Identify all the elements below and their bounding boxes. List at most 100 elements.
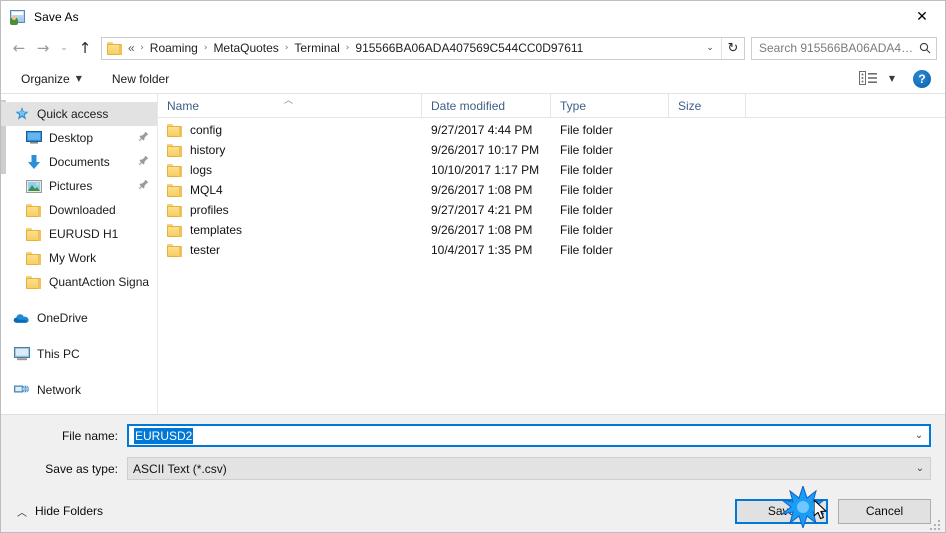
search-input[interactable]: Search 915566BA06ADA40756... <box>759 41 918 55</box>
save-form: File name: EURUSD2 ⌄ Save as type: ASCII… <box>1 415 945 490</box>
sidebar-item-label: Desktop <box>49 131 94 145</box>
file-name-label: history <box>190 143 226 157</box>
save-as-dialog: Save As ✕ ← → ⌄ ↑ « › Roaming › MetaQuot… <box>0 0 946 533</box>
file-type-cell: File folder <box>560 203 613 217</box>
sidebar-item-label: OneDrive <box>37 311 88 325</box>
sidebar-item-quantaction-signal[interactable]: QuantAction Signal <box>1 270 157 294</box>
resize-grip[interactable] <box>930 518 942 530</box>
table-row[interactable]: tester 10/4/2017 1:35 PM File folder <box>158 240 945 260</box>
chevron-down-icon[interactable]: ⌄ <box>699 38 721 59</box>
main-content: Quick access Desktop Documents Pictures Down… <box>1 94 945 415</box>
organize-label: Organize <box>21 71 70 86</box>
new-folder-label: New folder <box>111 71 170 86</box>
filetype-select[interactable]: ASCII Text (*.csv) ⌄ <box>127 457 931 480</box>
file-date-cell: 9/26/2017 1:08 PM <box>431 183 533 197</box>
breadcrumb-separator[interactable]: › <box>341 43 355 53</box>
file-type-cell: File folder <box>560 183 613 197</box>
sidebar-item-label: Downloaded <box>49 203 116 217</box>
folder-icon <box>167 143 182 157</box>
table-row[interactable]: profiles 9/27/2017 4:21 PM File folder <box>158 200 945 220</box>
filetype-row: Save as type: ASCII Text (*.csv) ⌄ <box>1 457 945 480</box>
column-header-name-label: Name <box>167 98 200 113</box>
sidebar-item-this-pc[interactable]: This PC <box>1 342 157 366</box>
dialog-footer: ︿ Hide Folders Save Cancel <box>1 490 945 532</box>
folder-icon <box>167 203 182 217</box>
folder-icon <box>167 123 182 137</box>
forward-button[interactable]: → <box>31 36 55 60</box>
filename-row: File name: EURUSD2 ⌄ <box>1 424 945 447</box>
breadcrumb-separator[interactable]: › <box>135 43 149 53</box>
back-button[interactable]: ← <box>7 36 31 60</box>
file-name-label: MQL4 <box>190 183 223 197</box>
view-layout-icon[interactable] <box>858 70 883 88</box>
breadcrumb-separator[interactable]: › <box>199 43 213 53</box>
table-row[interactable]: logs 10/10/2017 1:17 PM File folder <box>158 160 945 180</box>
column-header-size-label: Size <box>678 98 702 113</box>
view-dropdown-icon[interactable]: ▼ <box>889 74 895 83</box>
folder-icon <box>167 163 182 177</box>
breadcrumb-item-terminal[interactable]: Terminal <box>293 41 340 55</box>
sidebar-item-desktop[interactable]: Desktop <box>1 126 157 150</box>
chevron-down-icon[interactable]: ⌄ <box>909 430 929 441</box>
save-button[interactable]: Save <box>735 498 828 524</box>
sidebar-item-my-work[interactable]: My Work <box>1 246 157 270</box>
breadcrumb-item-metaquotes[interactable]: MetaQuotes <box>212 41 279 55</box>
file-date-cell: 9/26/2017 10:17 PM <box>431 143 540 157</box>
hide-folders-label: Hide Folders <box>35 504 104 518</box>
pin-icon[interactable] <box>138 155 149 169</box>
pin-icon[interactable] <box>138 179 149 193</box>
breadcrumb-separator[interactable]: › <box>280 43 294 53</box>
table-row[interactable]: MQL4 9/26/2017 1:08 PM File folder <box>158 180 945 200</box>
sidebar-item-downloaded[interactable]: Downloaded <box>1 198 157 222</box>
folder-icon <box>25 203 42 217</box>
folder-icon <box>167 243 182 257</box>
filename-input[interactable]: EURUSD2 ⌄ <box>127 424 931 447</box>
recent-locations-button[interactable]: ⌄ <box>55 36 73 60</box>
file-date-cell: 9/27/2017 4:21 PM <box>431 203 533 217</box>
refresh-icon[interactable]: ↻ <box>722 38 744 59</box>
table-row[interactable]: history 9/26/2017 10:17 PM File folder <box>158 140 945 160</box>
column-header-size[interactable]: Size <box>669 94 746 117</box>
chevron-down-icon: ▼ <box>75 74 82 83</box>
sidebar-item-pictures[interactable]: Pictures <box>1 174 157 198</box>
folder-icon <box>25 227 42 241</box>
column-header-type[interactable]: Type <box>551 94 669 117</box>
chevron-down-icon[interactable]: ⌄ <box>910 463 930 474</box>
search-box[interactable]: Search 915566BA06ADA40756... <box>751 36 937 60</box>
breadcrumb-overflow[interactable]: « <box>127 41 135 55</box>
sidebar-item-quick-access[interactable]: Quick access <box>1 102 157 126</box>
file-name-cell: history <box>158 143 422 157</box>
column-header-type-label: Type <box>560 98 587 113</box>
column-header-name[interactable]: Name ︿ <box>158 94 422 117</box>
help-button[interactable]: ? <box>913 69 931 88</box>
hide-folders-button[interactable]: ︿ Hide Folders <box>11 504 103 519</box>
star-pin-icon <box>13 106 30 122</box>
breadcrumb-item-guid[interactable]: 915566BA06ADA407569C544CC0D97611 <box>354 41 584 55</box>
sidebar-item-eurusd-h1[interactable]: EURUSD H1 <box>1 222 157 246</box>
organize-button[interactable]: Organize ▼ <box>17 69 86 89</box>
pin-icon[interactable] <box>138 131 149 145</box>
cancel-button[interactable]: Cancel <box>838 498 931 524</box>
breadcrumb-item-roaming[interactable]: Roaming <box>149 41 199 55</box>
up-button[interactable]: ↑ <box>73 36 97 60</box>
onedrive-cloud-icon <box>13 312 30 324</box>
file-date-cell: 10/10/2017 1:17 PM <box>431 163 540 177</box>
search-icon <box>918 42 932 54</box>
folder-icon <box>25 251 42 265</box>
address-bar[interactable]: « › Roaming › MetaQuotes › Terminal › 91… <box>101 36 745 60</box>
column-header-date-modified[interactable]: Date modified <box>422 94 551 117</box>
table-row[interactable]: config 9/27/2017 4:44 PM File folder <box>158 120 945 140</box>
folder-icon <box>167 183 182 197</box>
file-date-cell: 9/27/2017 4:44 PM <box>431 123 533 137</box>
close-icon[interactable]: ✕ <box>899 1 945 32</box>
new-folder-button[interactable]: New folder <box>108 69 173 89</box>
file-type-cell: File folder <box>560 143 613 157</box>
sidebar-item-onedrive[interactable]: OneDrive <box>1 306 157 330</box>
sidebar-item-network[interactable]: Network <box>1 378 157 402</box>
sidebar-item-documents[interactable]: Documents <box>1 150 157 174</box>
sort-ascending-icon: ︿ <box>284 96 294 106</box>
table-row[interactable]: templates 9/26/2017 1:08 PM File folder <box>158 220 945 240</box>
